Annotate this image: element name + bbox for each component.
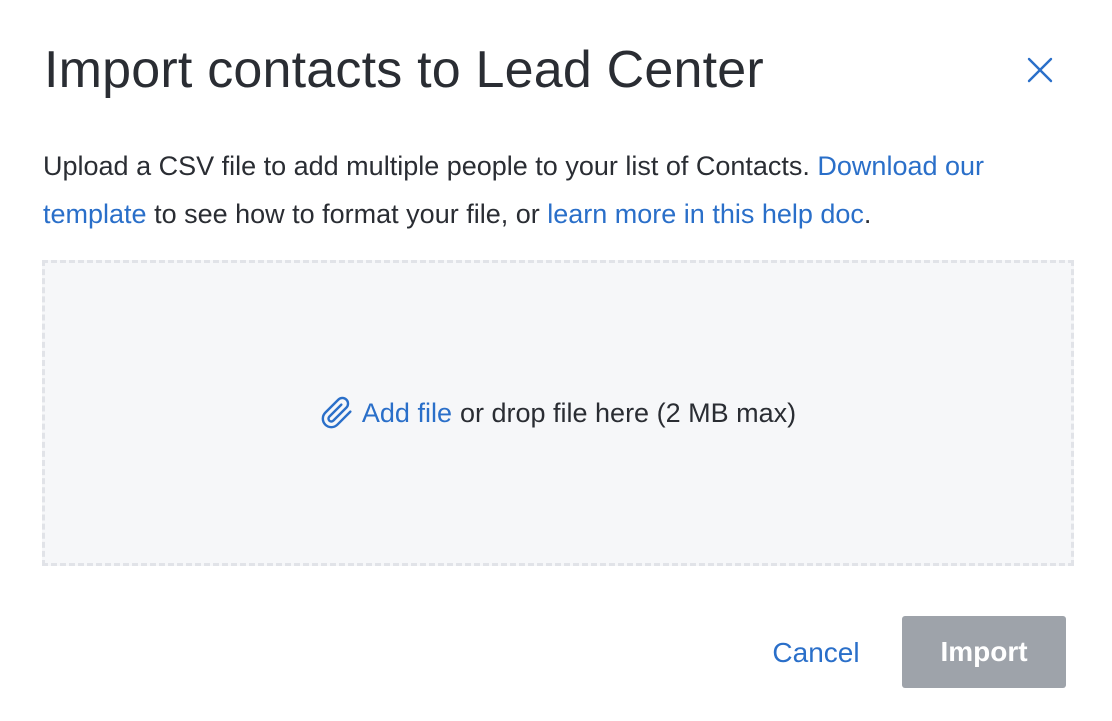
close-icon xyxy=(1026,56,1054,84)
help-doc-link[interactable]: learn more in this help doc xyxy=(547,199,864,229)
import-contacts-modal: Import contacts to Lead Center Upload a … xyxy=(0,0,1112,721)
modal-title: Import contacts to Lead Center xyxy=(44,41,764,99)
modal-description: Upload a CSV file to add multiple people… xyxy=(43,142,1073,238)
description-text: Upload a CSV file to add multiple people… xyxy=(43,151,818,181)
file-dropzone[interactable]: Add file or drop file here (2 MB max) xyxy=(42,260,1074,566)
dropzone-hint: or drop file here (2 MB max) xyxy=(459,398,797,428)
close-button[interactable] xyxy=(1018,48,1062,92)
add-file-link[interactable]: Add file xyxy=(362,395,452,431)
description-text-end: . xyxy=(863,199,872,229)
paperclip-icon[interactable] xyxy=(320,396,354,430)
dropzone-content: Add file or drop file here (2 MB max) xyxy=(320,395,796,431)
cancel-button[interactable]: Cancel xyxy=(756,618,876,688)
description-text-middle: to see how to format your file, or xyxy=(146,199,548,229)
import-button[interactable]: Import xyxy=(902,616,1066,688)
